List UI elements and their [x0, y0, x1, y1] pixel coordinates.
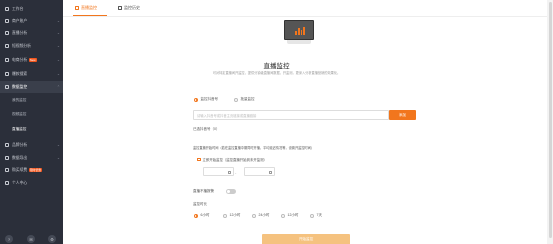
start-monitor-button[interactable]: 开始监控	[262, 234, 350, 244]
auto-alert-toggle[interactable]	[226, 189, 236, 194]
add-account-button[interactable]: 添加	[389, 110, 416, 120]
message-icon[interactable]: ✉	[27, 235, 35, 243]
radio-dot	[281, 213, 285, 218]
scrollbar-thumb[interactable]	[548, 2, 552, 238]
chevron-down-icon: ⌄	[57, 156, 61, 160]
checkbox-box	[197, 157, 201, 162]
radio-monitor-account[interactable]: 监控抖音号	[194, 97, 218, 102]
date-range-separator: -	[235, 170, 237, 175]
page-title: 直播监控	[263, 63, 290, 70]
sidebar-item-label: 个人中心	[12, 180, 28, 185]
sidebar-item-label: 商户账户	[12, 18, 28, 23]
checkbox-label: 立即开始监控（监控直播开始到未开监测）	[202, 158, 267, 162]
sidebar-item-data-monitor[interactable]: 数据监控 ⌃	[0, 81, 63, 93]
chevron-up-icon: ⌃	[57, 85, 61, 89]
duration-option-4[interactable]: 12小时	[281, 213, 298, 218]
radio-dot	[194, 97, 198, 102]
sidebar-item-profile[interactable]: 个人中心	[0, 177, 63, 189]
duration-option-2[interactable]: 12小时	[223, 213, 240, 218]
monitor-icon	[75, 6, 79, 10]
duration-option-3[interactable]: 24小时	[252, 213, 269, 218]
radio-label: 12小时	[287, 213, 299, 217]
sidebar-item-label: 直播分析	[12, 30, 28, 35]
sidebar-item-label: 工作台	[12, 6, 24, 11]
purchase-icon	[5, 168, 9, 172]
calendar-icon	[227, 170, 231, 174]
chevron-down-icon: ⌄	[57, 143, 61, 147]
start-time-label: 监控直播开始时间（若在监控直播中期同时开播，平均延迟情况等，设置开监控时间）	[193, 146, 315, 150]
chevron-down-icon: ⌄	[57, 31, 61, 35]
duration-option-5[interactable]: 7天	[310, 213, 322, 218]
user-icon	[5, 181, 9, 185]
help-icon[interactable]: ?	[5, 235, 13, 243]
sidebar-item-live-analysis[interactable]: 直播分析 ⌄	[0, 27, 63, 39]
submenu-my-monitor[interactable]: 我的监控	[12, 98, 26, 103]
auto-alert-label: 直播不播报警	[193, 189, 214, 193]
start-date-input[interactable]	[203, 167, 234, 176]
account-search-input[interactable]: 请输入抖音号或抖音主页链接或直播链接	[193, 110, 389, 120]
tab-live-monitor[interactable]: 直播监控	[75, 5, 97, 11]
sidebar-item-export[interactable]: 数据导出 ⌄	[0, 152, 63, 164]
sidebar-item-label: 数据监控	[12, 84, 28, 89]
duration-label: 监控时长	[193, 202, 207, 206]
submenu-video-monitor[interactable]: 视频监控	[12, 112, 26, 117]
radio-label: 24小时	[258, 213, 270, 217]
chevron-down-icon: ⌄	[57, 19, 61, 23]
selected-account-count: 已选抖音号（0）	[193, 127, 220, 131]
video-icon	[5, 44, 9, 48]
sidebar-item-label: 购买续费 限时优惠	[12, 167, 43, 172]
sidebar-item-label: 数据导出	[12, 155, 28, 160]
end-date-input[interactable]	[244, 167, 275, 176]
live-icon	[5, 31, 9, 35]
tab-label: 监控历史	[124, 5, 140, 10]
radio-label: 7天	[316, 213, 322, 217]
sidebar-item-label: 品牌分析	[12, 142, 28, 147]
monitor-stand	[287, 40, 311, 44]
promo-badge: 限时优惠	[28, 167, 43, 172]
history-icon	[118, 6, 122, 10]
vertical-scrollbar[interactable]	[547, 0, 553, 244]
brand-icon	[5, 143, 9, 147]
settings-icon[interactable]: ⚙	[48, 235, 56, 243]
radio-dot	[194, 213, 198, 218]
sidebar-item-brand[interactable]: 品牌分析 ⌄	[0, 139, 63, 151]
sidebar: 工作台 商户账户 ⌄ 直播分析 ⌄ 短视频分析 ⌄ 电商分析 New ⌄ 爆款搜索…	[0, 0, 63, 244]
chevron-down-icon: ⌄	[57, 44, 61, 48]
radio-dot	[252, 213, 256, 218]
monitor-illustration-icon	[284, 20, 314, 40]
calendar-icon	[268, 170, 272, 174]
submenu-live-monitor[interactable]: 直播监控	[12, 127, 26, 132]
duration-option-1[interactable]: 6小时	[194, 213, 209, 218]
radio-label: 批量监控	[240, 97, 255, 101]
radio-label: 6小时	[200, 213, 210, 217]
radio-label: 12小时	[229, 213, 241, 217]
tab-monitor-history[interactable]: 监控历史	[118, 5, 140, 11]
sidebar-item-label: 短视频分析	[12, 43, 31, 48]
home-icon	[5, 7, 9, 11]
sidebar-item-merchant[interactable]: 商户账户 ⌄	[0, 15, 63, 27]
radio-dot	[310, 213, 314, 218]
sidebar-item-workbench[interactable]: 工作台	[0, 3, 63, 15]
radio-dot	[234, 97, 238, 102]
radio-label: 监控抖音号	[200, 97, 219, 101]
sidebar-item-video-analysis[interactable]: 短视频分析 ⌄	[0, 40, 63, 52]
active-tab-indicator	[73, 15, 107, 16]
tab-bar: 直播监控 监控历史	[63, 0, 547, 17]
page-subtitle: 可对特定直播间开监控，提供分钟级直播间数据，开监测，更深入分析直播营销的效果化。	[212, 71, 341, 75]
wallet-icon	[5, 19, 9, 23]
start-now-checkbox[interactable]: 立即开始监控（监控直播开始到未开监测）	[197, 157, 267, 162]
radio-batch-monitor[interactable]: 批量监控	[234, 97, 255, 102]
radio-dot	[223, 213, 227, 218]
sidebar-item-purchase[interactable]: 购买续费 限时优惠	[0, 164, 63, 176]
tab-label: 直播监控	[81, 5, 97, 10]
export-icon	[5, 156, 9, 160]
monitor-icon	[5, 85, 9, 89]
